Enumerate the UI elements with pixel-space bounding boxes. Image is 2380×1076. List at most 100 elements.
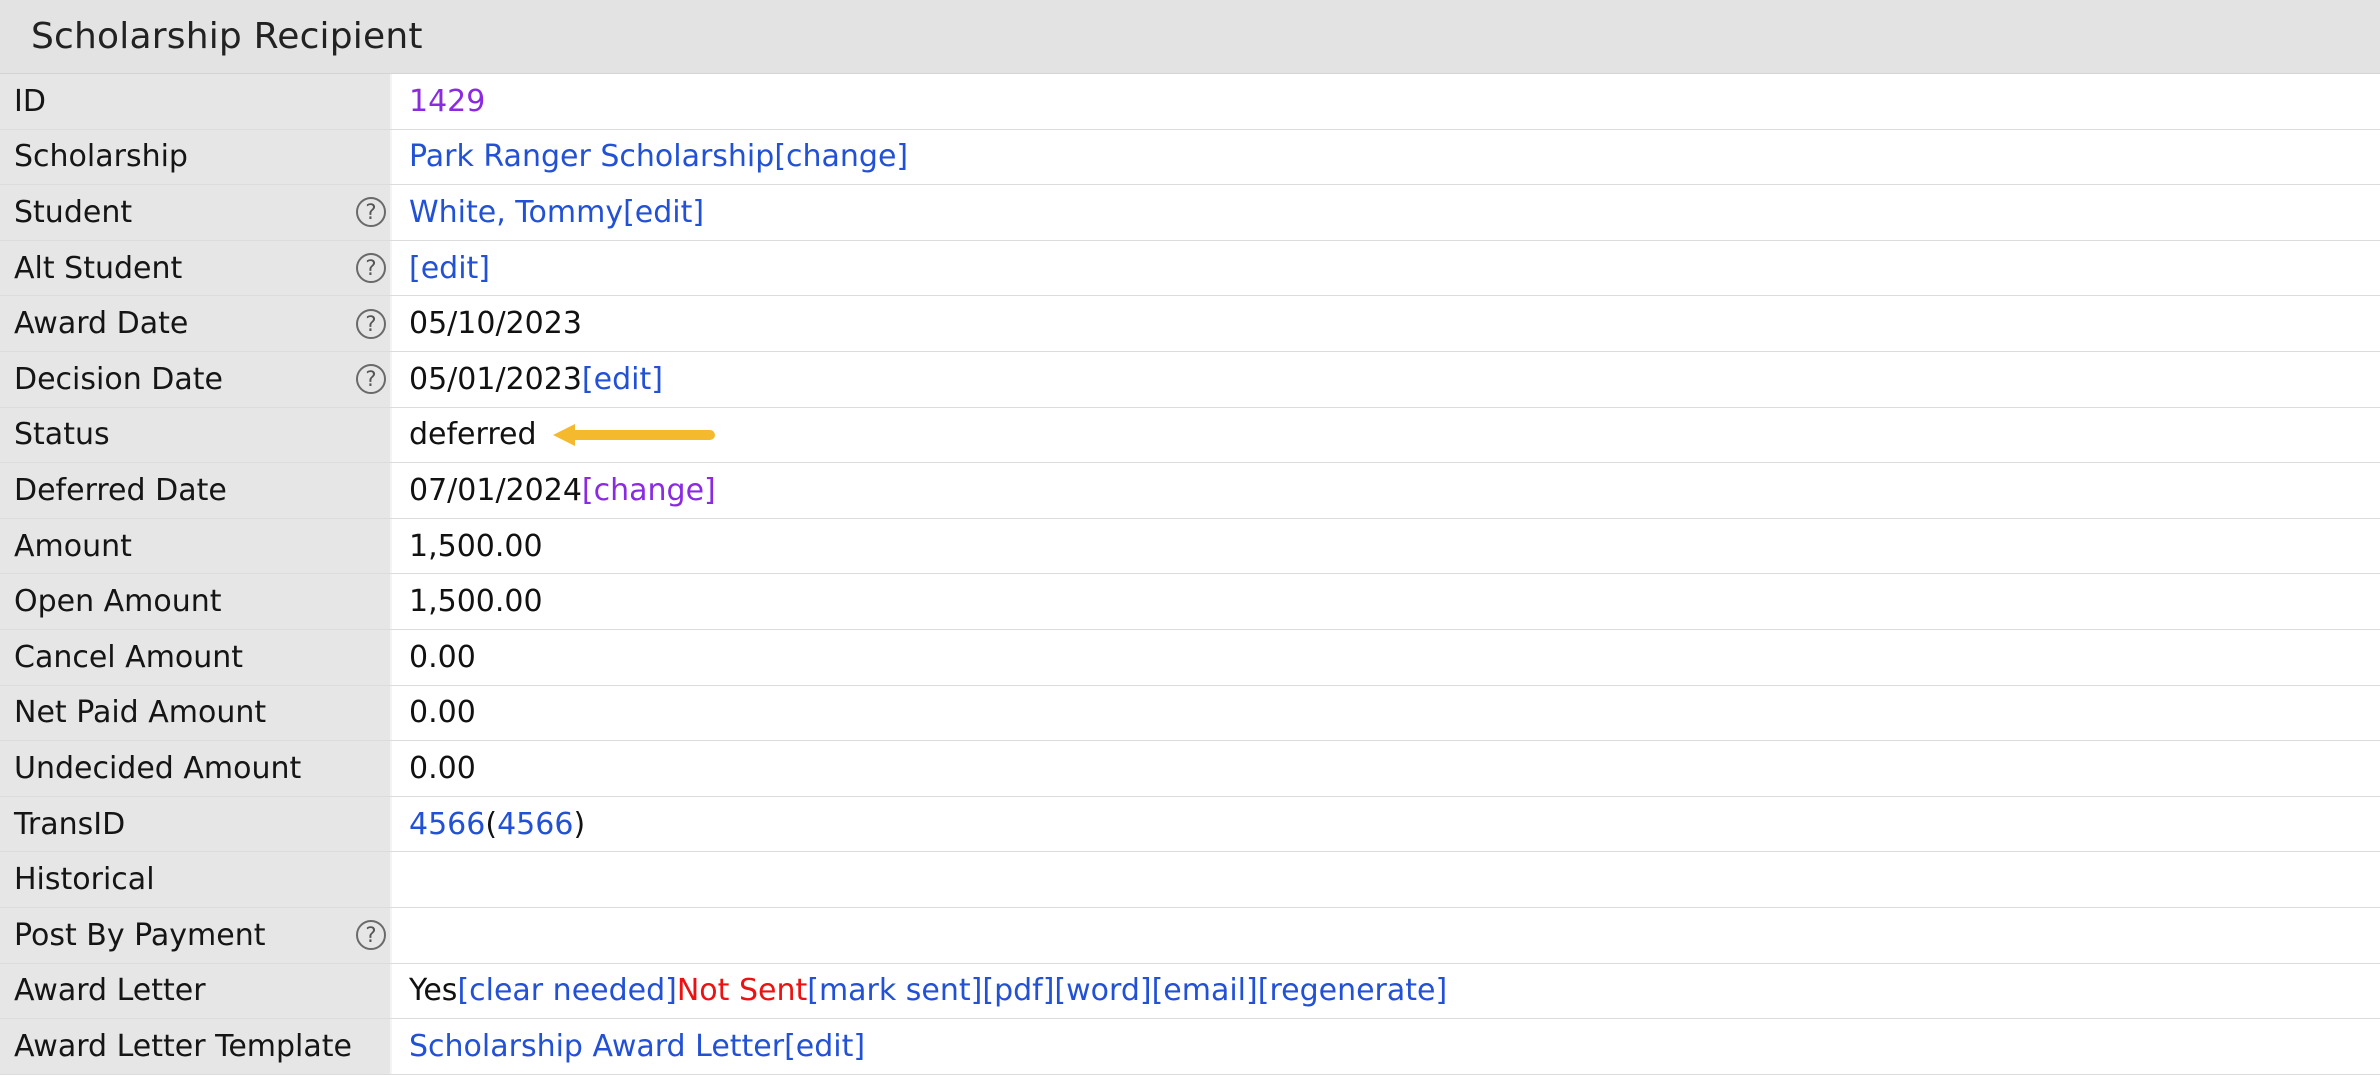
label-cell: Status (0, 407, 392, 463)
row-student: Student ? White, Tommy [edit] (0, 185, 2380, 241)
mark-sent-link[interactable]: [mark sent] (807, 973, 982, 1008)
help-icon[interactable]: ? (356, 364, 386, 395)
award-date-value: 05/10/2023 (409, 306, 582, 342)
decision-date-value: 05/01/2023 (409, 361, 582, 397)
value-cell: Scholarship Award Letter [edit] (392, 1019, 2380, 1074)
label-cell: Award Letter (0, 963, 392, 1019)
trans-id-paren-open: ( (485, 806, 498, 842)
value-cell (392, 852, 2380, 907)
label-cell: Deferred Date (0, 463, 392, 518)
field-label-alt-student: Alt Student (14, 250, 183, 286)
row-award-letter: Award Letter Yes [clear needed] Not Sent… (0, 963, 2380, 1020)
email-link[interactable]: [email] (1152, 973, 1258, 1008)
scholarship-change-link[interactable]: [change] (774, 139, 908, 174)
help-icon[interactable]: ? (356, 308, 386, 339)
value-cell: Park Ranger Scholarship [change] (392, 130, 2380, 185)
label-cell: Decision Date ? (0, 351, 392, 407)
scholarship-link[interactable]: Park Ranger Scholarship (409, 139, 774, 174)
value-cell: 0.00 (392, 630, 2380, 685)
label-cell: Open Amount (0, 574, 392, 629)
label-cell: Undecided Amount (0, 741, 392, 796)
field-label-undecided-amount: Undecided Amount (14, 750, 302, 786)
regenerate-link[interactable]: [regenerate] (1258, 973, 1447, 1008)
help-icon[interactable]: ? (356, 920, 386, 951)
id-link[interactable]: 1429 (409, 84, 485, 119)
row-status: Status deferred (0, 407, 2380, 464)
amount-value: 1,500.00 (409, 528, 543, 564)
label-cell: Historical (0, 852, 392, 907)
help-icon[interactable]: ? (356, 197, 386, 228)
net-paid-amount-value: 0.00 (409, 695, 476, 731)
clear-needed-link[interactable]: [clear needed] (457, 973, 676, 1008)
label-cell: Award Date ? (0, 296, 392, 351)
status-value: deferred (409, 417, 537, 453)
field-label-post-by-payment: Post By Payment (14, 917, 266, 953)
row-scholarship: Scholarship Park Ranger Scholarship [cha… (0, 129, 2380, 186)
field-label-deferred-date: Deferred Date (14, 472, 227, 508)
open-amount-value: 1,500.00 (409, 584, 543, 620)
row-cancel-amount: Cancel Amount 0.00 (0, 629, 2380, 686)
value-cell: 0.00 (392, 741, 2380, 796)
value-cell: 05/01/2023 [edit] (392, 352, 2380, 407)
field-label-historical: Historical (14, 862, 155, 898)
deferred-date-change-link[interactable]: [change] (582, 473, 716, 508)
trans-id-link[interactable]: 4566 (409, 807, 485, 842)
value-cell: 05/10/2023 (392, 296, 2380, 351)
value-cell: White, Tommy [edit] (392, 185, 2380, 240)
field-label-cancel-amount: Cancel Amount (14, 639, 244, 675)
row-open-amount: Open Amount 1,500.00 (0, 574, 2380, 630)
label-cell: ID (0, 74, 392, 129)
value-cell: 1,500.00 (392, 574, 2380, 629)
value-cell: Yes [clear needed] Not Sent [mark sent][… (392, 964, 2380, 1019)
field-label-award-date: Award Date (14, 306, 189, 342)
cancel-amount-value: 0.00 (409, 639, 476, 675)
field-label-id: ID (14, 83, 46, 119)
undecided-amount-value: 0.00 (409, 750, 476, 786)
value-cell: 07/01/2024 [change] (392, 463, 2380, 518)
row-historical: Historical (0, 852, 2380, 908)
row-award-letter-template: Award Letter Template Scholarship Award … (0, 1019, 2380, 1075)
row-deferred-date: Deferred Date 07/01/2024 [change] (0, 463, 2380, 519)
deferred-date-value: 07/01/2024 (409, 472, 582, 508)
field-label-award-letter: Award Letter (14, 973, 206, 1009)
field-label-net-paid-amount: Net Paid Amount (14, 695, 267, 731)
help-icon[interactable]: ? (356, 253, 386, 284)
field-label-scholarship: Scholarship (14, 139, 188, 175)
field-label-status: Status (14, 417, 110, 453)
label-cell: TransID (0, 796, 392, 852)
word-link[interactable]: [word] (1054, 973, 1151, 1008)
value-cell: 4566 (4566) (392, 797, 2380, 852)
value-cell: 1429 (392, 74, 2380, 129)
label-cell: Alt Student ? (0, 240, 392, 296)
panel-title: Scholarship Recipient (31, 16, 423, 57)
field-label-open-amount: Open Amount (14, 584, 222, 620)
not-sent-status: Not Sent (676, 973, 808, 1009)
row-decision-date: Decision Date ? 05/01/2023 [edit] (0, 351, 2380, 408)
trans-id-secondary-link[interactable]: 4566 (497, 807, 573, 842)
row-post-by-payment: Post By Payment ? (0, 907, 2380, 964)
label-cell: Scholarship (0, 129, 392, 185)
value-cell: [edit] (392, 241, 2380, 296)
row-undecided-amount: Undecided Amount 0.00 (0, 741, 2380, 797)
value-cell: 1,500.00 (392, 519, 2380, 574)
label-cell: Student ? (0, 185, 392, 240)
student-edit-link[interactable]: [edit] (623, 195, 704, 230)
row-trans-id: TransID 4566 (4566) (0, 796, 2380, 853)
row-net-paid-amount: Net Paid Amount 0.00 (0, 685, 2380, 742)
field-label-trans-id: TransID (14, 806, 126, 842)
pdf-link[interactable]: [pdf] (982, 973, 1054, 1008)
value-cell (392, 908, 2380, 963)
label-cell: Amount (0, 518, 392, 574)
row-id: ID 1429 (0, 74, 2380, 130)
award-letter-template-link[interactable]: Scholarship Award Letter (409, 1029, 784, 1064)
row-award-date: Award Date ? 05/10/2023 (0, 296, 2380, 352)
row-alt-student: Alt Student ? [edit] (0, 240, 2380, 297)
alt-student-edit-link[interactable]: [edit] (409, 251, 490, 286)
student-link[interactable]: White, Tommy (409, 195, 623, 230)
label-cell: Post By Payment ? (0, 907, 392, 963)
award-letter-template-edit-link[interactable]: [edit] (784, 1029, 865, 1064)
scholarship-recipient-panel: Scholarship Recipient ID 1429 Scholarshi… (0, 0, 2380, 1075)
label-cell: Award Letter Template (0, 1019, 392, 1074)
field-label-award-letter-template: Award Letter Template (14, 1028, 352, 1064)
decision-date-edit-link[interactable]: [edit] (582, 362, 663, 397)
